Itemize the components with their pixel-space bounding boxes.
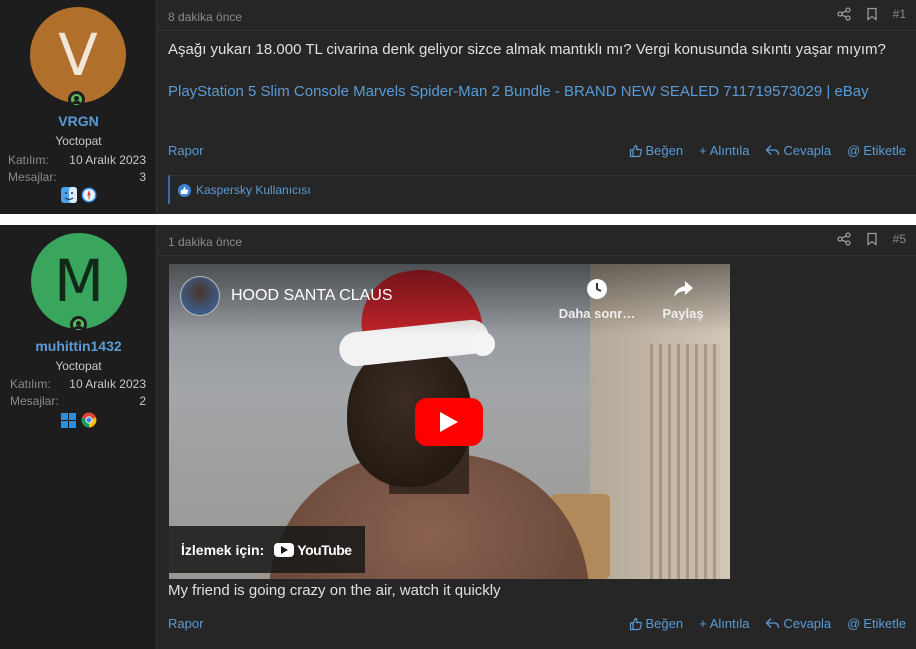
post-content: 8 dakika önce #1 Aşağı yukarı 18.000 TL … (157, 0, 916, 214)
user-title: Yoctopat (55, 359, 102, 373)
youtube-logo: YouTube (274, 541, 352, 558)
finder-icon (60, 187, 77, 203)
post-date[interactable]: 8 dakika önce (168, 10, 242, 24)
post-1: V VRGN Yoctopat Katılım: 10 Aralık 2023 … (0, 0, 916, 214)
video-title[interactable]: HOOD SANTA CLAUS (231, 287, 393, 305)
post-actions: Beğen + Alıntıla Cevapla @ Etiketle (629, 616, 906, 631)
watch-later-button[interactable]: Daha sonr… (557, 278, 637, 321)
youtube-play-icon (274, 542, 295, 557)
plus-icon: + (699, 143, 707, 158)
tag-button[interactable]: @ Etiketle (847, 143, 906, 158)
reactions-bar[interactable]: Kaspersky Kullanıcısı (168, 175, 916, 204)
like-reaction-icon (178, 183, 191, 197)
post-meta-actions: #5 (836, 232, 906, 246)
safari-icon (81, 187, 97, 203)
report-link[interactable]: Rapor (168, 616, 203, 631)
youtube-embed[interactable]: HOOD SANTA CLAUS Daha sonr… Paylaş İzlem… (169, 264, 730, 579)
bookmark-icon[interactable] (865, 7, 879, 21)
play-button[interactable] (415, 398, 483, 446)
divider (157, 255, 916, 256)
post-meta-actions: #1 (836, 7, 906, 21)
windows-icon (61, 412, 77, 428)
divider (157, 30, 916, 31)
like-button[interactable]: Beğen (629, 616, 684, 631)
at-icon: @ (847, 143, 861, 158)
user-title: Yoctopat (55, 134, 102, 148)
username[interactable]: muhittin1432 (0, 338, 157, 354)
messages-value: 2 (139, 394, 146, 408)
play-icon (440, 412, 458, 432)
joined-stat: Katılım: 10 Aralık 2023 (8, 153, 146, 167)
channel-avatar[interactable] (180, 276, 220, 316)
like-label: Beğen (645, 616, 684, 631)
tag-label: Etiketle (863, 143, 906, 158)
like-button[interactable]: Beğen (629, 143, 684, 158)
messages-label: Mesajlar: (10, 394, 59, 408)
joined-value: 10 Aralık 2023 (69, 153, 146, 167)
watch-later-label: Daha sonr… (558, 306, 636, 321)
reply-button[interactable]: Cevapla (765, 143, 831, 158)
joined-label: Katılım: (10, 377, 51, 391)
share-video-label: Paylaş (662, 306, 704, 321)
youtube-wordmark: YouTube (297, 541, 352, 558)
share-arrow-icon (674, 281, 693, 297)
thumbs-up-icon (629, 617, 642, 630)
chrome-icon (81, 412, 97, 428)
tag-button[interactable]: @ Etiketle (847, 616, 906, 631)
messages-stat: Mesajlar: 3 (8, 170, 146, 184)
santa-hat-pom (471, 332, 495, 356)
clock-icon (587, 279, 607, 299)
watch-on-youtube-button[interactable]: İzlemek için: YouTube (169, 526, 365, 573)
quote-label: Alıntıla (709, 616, 750, 631)
joined-value: 10 Aralık 2023 (69, 377, 146, 391)
user-badges (0, 412, 157, 428)
quote-button[interactable]: + Alıntıla (699, 616, 749, 631)
at-icon: @ (847, 616, 861, 631)
post-number[interactable]: #1 (893, 7, 906, 21)
post-2: M muhittin1432 Yoctopat Katılım: 10 Aral… (0, 225, 916, 649)
avatar[interactable]: M (31, 233, 127, 329)
online-status-icon (68, 91, 85, 108)
avatar[interactable]: V (30, 7, 126, 103)
share-icon[interactable] (836, 232, 851, 246)
quote-button[interactable]: + Alıntıla (699, 143, 749, 158)
post-link[interactable]: PlayStation 5 Slim Console Marvels Spide… (168, 83, 869, 100)
reply-label: Cevapla (783, 616, 832, 631)
reply-icon (766, 145, 780, 156)
reply-icon (766, 618, 780, 629)
reply-label: Cevapla (783, 143, 832, 158)
like-label: Beğen (645, 143, 684, 158)
report-link[interactable]: Rapor (168, 143, 203, 158)
username[interactable]: VRGN (0, 113, 157, 129)
post-actions: Beğen + Alıntıla Cevapla @ Etiketle (629, 143, 906, 158)
plus-icon: + (699, 616, 707, 631)
user-badges (0, 187, 157, 203)
video-frame-shelf (650, 344, 720, 579)
share-video-button[interactable]: Paylaş (643, 278, 723, 321)
messages-value: 3 (139, 170, 146, 184)
quote-label: Alıntıla (709, 143, 750, 158)
tag-label: Etiketle (863, 616, 906, 631)
watch-on-label: İzlemek için: (181, 541, 265, 558)
post-number[interactable]: #5 (893, 232, 906, 246)
reply-button[interactable]: Cevapla (765, 616, 831, 631)
post-content: 1 dakika önce #5 HOOD SANTA CLAUS Daha s… (157, 225, 916, 649)
post-date[interactable]: 1 dakika önce (168, 235, 242, 249)
joined-stat: Katılım: 10 Aralık 2023 (10, 377, 146, 391)
messages-label: Mesajlar: (8, 170, 57, 184)
post-text: Aşağı yukarı 18.000 TL civarina denk gel… (168, 41, 886, 58)
user-info: M muhittin1432 Yoctopat Katılım: 10 Aral… (0, 225, 157, 649)
joined-label: Katılım: (8, 153, 49, 167)
messages-stat: Mesajlar: 2 (10, 394, 146, 408)
share-icon[interactable] (836, 7, 851, 21)
user-info: V VRGN Yoctopat Katılım: 10 Aralık 2023 … (0, 0, 157, 214)
thumbs-up-icon (629, 144, 642, 157)
reaction-users[interactable]: Kaspersky Kullanıcısı (196, 183, 311, 197)
online-status-icon (70, 316, 87, 333)
post-text: My friend is going crazy on the air, wat… (168, 582, 501, 599)
bookmark-icon[interactable] (865, 232, 879, 246)
